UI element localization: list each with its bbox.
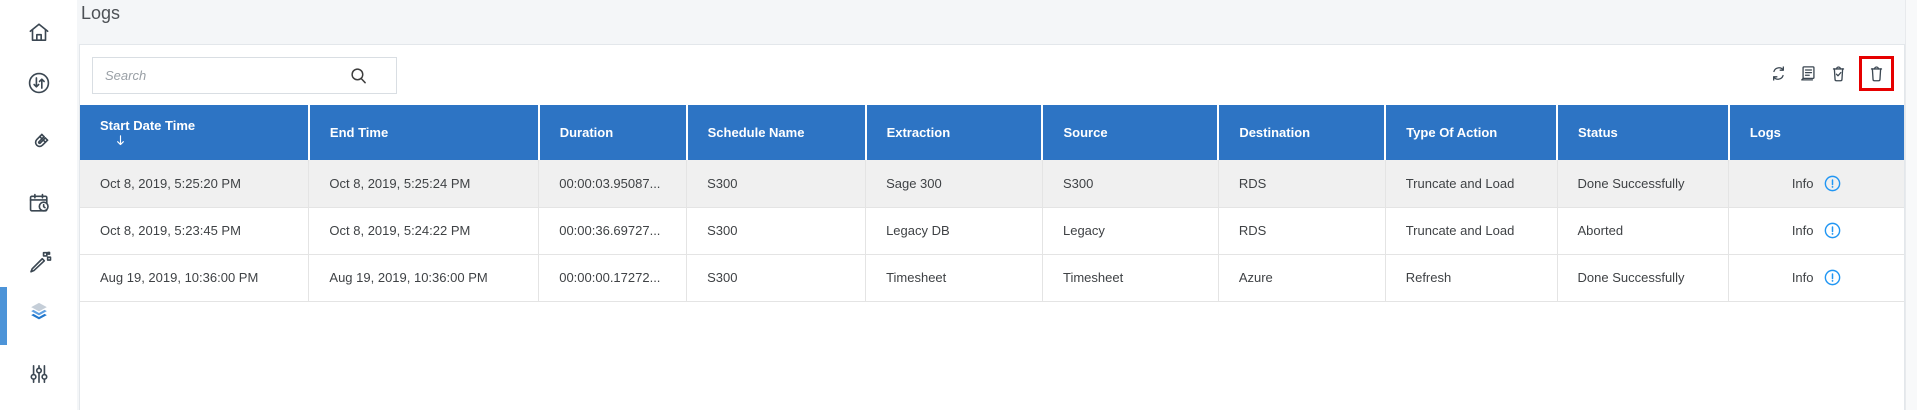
logs-table: Start Date Time End Time Duration Schedu… (80, 105, 1904, 302)
refresh-icon (1773, 65, 1784, 81)
refresh-button[interactable] (1768, 63, 1789, 84)
info-icon[interactable] (1823, 268, 1842, 287)
wizard-icon (29, 251, 51, 273)
delete-highlight-box (1859, 55, 1894, 91)
cell-type-of-action: Refresh (1384, 254, 1558, 302)
column-header-source[interactable]: Source (1041, 105, 1219, 160)
info-link[interactable]: Info (1792, 174, 1842, 193)
cell-status: Done Successfully (1556, 160, 1729, 208)
column-header-destination[interactable]: Destination (1217, 105, 1386, 160)
column-label: Status (1578, 125, 1618, 140)
column-header-extraction[interactable]: Extraction (864, 105, 1043, 160)
cell-type-of-action: Truncate and Load (1384, 160, 1558, 208)
log-report-button[interactable] (1798, 63, 1819, 84)
cell-status: Aborted (1556, 207, 1729, 255)
layers-icon (30, 302, 47, 320)
column-header-schedule-name[interactable]: Schedule Name (685, 105, 866, 160)
sidebar-item-logs-active[interactable] (0, 288, 77, 336)
cell-source: Timesheet (1041, 254, 1219, 302)
column-header-status[interactable]: Status (1556, 105, 1729, 160)
cell-schedule-name: S300 (686, 207, 866, 255)
cell-destination: Azure (1217, 254, 1386, 302)
sidebar-item-schedule[interactable] (0, 179, 77, 227)
cell-destination: RDS (1217, 160, 1386, 208)
search-box (92, 57, 397, 94)
logs-toolbar (1768, 55, 1894, 91)
column-label: End Time (329, 125, 389, 140)
cell-end-time: Oct 8, 2019, 5:25:24 PM (308, 160, 539, 208)
cell-start-date-time: Aug 19, 2019, 10:36:00 PM (80, 254, 309, 302)
delete-icon (1870, 65, 1883, 81)
log-report-icon (1801, 65, 1815, 81)
cell-destination: RDS (1217, 207, 1386, 255)
column-label: Extraction (886, 125, 951, 140)
sidebar (0, 0, 77, 410)
settings-sliders-icon (29, 364, 48, 384)
cell-status: Done Successfully (1556, 254, 1729, 302)
info-icon[interactable] (1823, 174, 1842, 193)
cell-schedule-name: S300 (686, 254, 866, 302)
cell-duration: 00:00:03.95087... (538, 160, 687, 208)
table-row: Oct 8, 2019, 5:23:45 PM Oct 8, 2019, 5:2… (80, 207, 1904, 255)
magnet-icon (34, 133, 48, 148)
cell-extraction: Timesheet (865, 254, 1043, 302)
vertical-scrollbar[interactable] (1905, 0, 1917, 410)
sidebar-item-data-transfer[interactable] (0, 59, 77, 107)
table-header-row: Start Date Time End Time Duration Schedu… (80, 105, 1904, 160)
column-header-logs[interactable]: Logs (1727, 105, 1904, 160)
home-icon (29, 23, 48, 41)
logs-panel: Start Date Time End Time Duration Schedu… (79, 44, 1905, 410)
cell-start-date-time: Oct 8, 2019, 5:25:20 PM (80, 160, 309, 208)
search-icon[interactable] (348, 65, 370, 87)
table-row: Oct 8, 2019, 5:25:20 PM Oct 8, 2019, 5:2… (80, 160, 1904, 208)
cell-duration: 00:00:00.17272... (538, 254, 687, 302)
column-label: Source (1063, 125, 1108, 140)
clear-logs-button[interactable] (1828, 63, 1849, 84)
sidebar-item-home[interactable] (0, 8, 77, 56)
info-link[interactable]: Info (1792, 221, 1842, 240)
cell-source: Legacy (1041, 207, 1219, 255)
cell-end-time: Oct 8, 2019, 5:24:22 PM (308, 207, 539, 255)
clear-logs-icon (1832, 65, 1845, 81)
table-row: Aug 19, 2019, 10:36:00 PM Aug 19, 2019, … (80, 254, 1904, 302)
cell-end-time: Aug 19, 2019, 10:36:00 PM (308, 254, 539, 302)
delete-button[interactable] (1866, 63, 1887, 84)
column-label: Start Date Time (100, 117, 196, 133)
sidebar-item-settings[interactable] (0, 350, 77, 398)
cell-extraction: Sage 300 (865, 160, 1043, 208)
column-label: Duration (559, 125, 614, 140)
column-header-type-of-action[interactable]: Type Of Action (1384, 105, 1558, 160)
column-header-end-time[interactable]: End Time (307, 105, 539, 160)
column-header-duration[interactable]: Duration (537, 105, 687, 160)
info-label: Info (1791, 175, 1814, 191)
info-label: Info (1791, 223, 1814, 238)
page-title: Logs (81, 3, 121, 23)
info-icon[interactable] (1823, 221, 1842, 240)
column-header-start-date-time[interactable]: Start Date Time (80, 105, 309, 160)
sidebar-item-magnet[interactable] (0, 119, 77, 167)
cell-logs: Info (1728, 160, 1904, 208)
sidebar-item-wizard[interactable] (0, 238, 77, 286)
cell-duration: 00:00:36.69727... (538, 207, 687, 255)
cell-start-date-time: Oct 8, 2019, 5:23:45 PM (80, 207, 309, 255)
cell-schedule-name: S300 (686, 160, 866, 208)
info-label: Info (1791, 270, 1814, 285)
data-transfer-icon (28, 72, 49, 94)
column-label: Type Of Action (1406, 125, 1498, 140)
cell-source: S300 (1041, 160, 1219, 208)
column-label: Destination (1239, 125, 1311, 140)
schedule-icon (29, 193, 49, 212)
cell-extraction: Legacy DB (865, 207, 1043, 255)
column-label: Logs (1749, 125, 1781, 140)
cell-type-of-action: Truncate and Load (1384, 207, 1558, 255)
cell-logs: Info (1728, 254, 1904, 302)
sort-desc-icon[interactable] (113, 133, 128, 148)
info-link[interactable]: Info (1792, 268, 1842, 287)
cell-logs: Info (1728, 207, 1904, 255)
column-label: Schedule Name (707, 125, 805, 140)
